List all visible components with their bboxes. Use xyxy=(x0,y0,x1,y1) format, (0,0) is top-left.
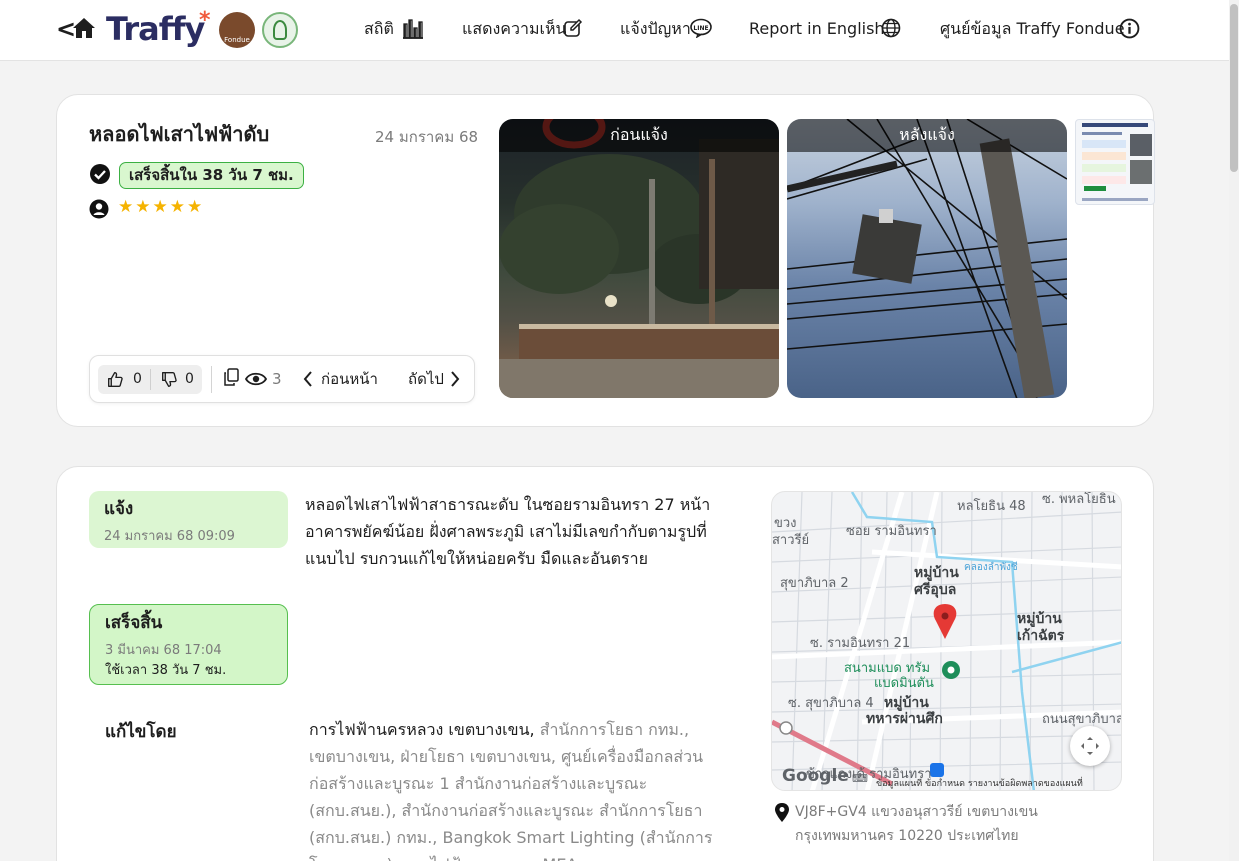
map-footer-links[interactable]: ข้อมูลแผนที่ ข้อกำหนด รายงานข้อผิดพลาดขอ… xyxy=(876,776,1083,790)
ticket-description: หลอดไฟเสาไฟฟ้าสาธารณะดับ ในซอยรามอินทรา … xyxy=(305,495,711,568)
location-map[interactable]: ขวง สาวรีย์ หลโยธิน 48 ซ. พหลโยธิน ซอย ร… xyxy=(771,491,1122,791)
rating-stars: ★★★★★ xyxy=(118,197,205,217)
document-preview-graphic xyxy=(1082,123,1152,201)
view-count: 3 xyxy=(272,370,282,388)
timeline-done-title: เสร็จสิ้น xyxy=(105,613,163,633)
svg-text:LINE: LINE xyxy=(693,25,708,32)
fixed-by-list: การไฟฟ้านครหลวง เขตบางเขน, สำนักการโยธา … xyxy=(309,716,719,861)
nav-stats-label: สถิติ xyxy=(364,19,394,38)
dislike-count: 0 xyxy=(185,371,194,387)
map-label-phahon-soi: ซ. พหลโยธิน xyxy=(1042,492,1116,507)
fixed-by-others: สำนักการโยธา กทม., เขตบางเขน, ฝ่ายโยธา เ… xyxy=(309,720,713,861)
ticket-summary-card: หลอดไฟเสาไฟฟ้าดับ 24 มกราคม 68 เสร็จสิ้น… xyxy=(56,94,1155,427)
timeline-done: เสร็จสิ้น 3 มีนาคม 68 17:04 ใช้เวลา 38 ว… xyxy=(89,604,288,685)
keyboard-shortcuts-icon[interactable]: ⌨ xyxy=(852,772,868,785)
chevron-left-icon xyxy=(303,371,312,387)
home-icon[interactable] xyxy=(72,16,96,40)
ticket-detail-card: แจ้ง 24 มกราคม 68 09:09 หลอดไฟเสาไฟฟ้าสา… xyxy=(56,466,1154,861)
map-label-ramintra21: ซ. รามอินทรา 21 xyxy=(810,636,911,651)
map-label-ramintra-soi: ซอย รามอินทรา xyxy=(846,524,937,539)
previous-label: ก่อนหน้า xyxy=(321,370,378,388)
ticket-title: หลอดไฟเสาไฟฟ้าดับ xyxy=(89,122,270,146)
like-count: 0 xyxy=(133,371,142,387)
nav-data-center[interactable]: ศูนย์ข้อมูล Traffy Fondue xyxy=(940,18,1140,40)
timeline-done-date: 3 มีนาคม 68 17:04 xyxy=(105,643,222,658)
line-chat-icon: LINE xyxy=(690,18,712,38)
photo-before[interactable]: ก่อนแจ้ง xyxy=(499,119,779,398)
vote-group: 0 0 xyxy=(98,365,202,394)
action-separator xyxy=(211,366,212,393)
ticket-date: 24 มกราคม 68 xyxy=(375,128,479,146)
map-label-badminton2: แบดมินตัน xyxy=(874,676,934,691)
info-icon xyxy=(1119,18,1140,39)
chevron-right-icon xyxy=(451,371,460,387)
fullscreen-button[interactable] xyxy=(1070,726,1110,766)
check-circle-icon xyxy=(90,164,110,184)
document-thumbnail[interactable] xyxy=(1075,119,1155,205)
timeline-done-duration: ใช้เวลา 38 วัน 7 ชม. xyxy=(105,663,227,678)
bma-seal-logo xyxy=(262,12,298,48)
nav-comment-label: แสดงความเห็น xyxy=(462,19,567,38)
nav-data-center-label: ศูนย์ข้อมูล Traffy Fondue xyxy=(940,19,1125,38)
map-label-sawari: สาวรีย์ xyxy=(772,533,810,548)
google-logo[interactable]: Google xyxy=(782,766,849,786)
map-label-kaochat: เก้าฉัตร xyxy=(1017,628,1065,644)
map-label-canal: คลองลำพังชี xyxy=(964,562,1018,573)
status-badge: เสร็จสิ้นใน 38 วัน 7 ชม. xyxy=(119,162,304,189)
night-street-photo xyxy=(499,119,779,398)
map-label-sukha5: ถนนสุขาภิบาล 5 xyxy=(1042,712,1122,727)
map-label-phahon48: หลโยธิน 48 xyxy=(957,499,1026,514)
map-label-sukha4: ซ. สุขาภิบาล 4 xyxy=(788,696,874,711)
eye-icon xyxy=(245,372,267,386)
fixed-by-primary: การไฟฟ้านครหลวง เขตบางเขน, xyxy=(309,720,535,739)
location-address: VJ8F+GV4 แขวงอนุสาวรีย์ เขตบางเขน กรุงเท… xyxy=(795,804,1038,844)
photo-before-label: ก่อนแจ้ง xyxy=(499,119,779,152)
timeline-report-title: แจ้ง xyxy=(104,499,134,519)
nav-comment[interactable]: แสดงความเห็น xyxy=(462,18,583,40)
timeline-report: แจ้ง 24 มกราคม 68 09:09 xyxy=(89,491,288,548)
location-pin-icon xyxy=(775,803,789,822)
user-icon xyxy=(89,199,109,219)
expand-arrows-icon xyxy=(1081,737,1099,755)
nav-english-label: Report in English xyxy=(749,19,885,38)
thumbs-down-icon xyxy=(162,372,177,387)
brand-star: * xyxy=(199,8,211,33)
top-bar: < Traffy * Fondue สถิติ แสดงความเห็น แจ้… xyxy=(0,0,1239,61)
nav-stats[interactable]: สถิติ xyxy=(364,18,423,40)
next-label: ถัดไป xyxy=(408,370,444,388)
brand-logo[interactable]: Traffy xyxy=(106,9,205,49)
map-label-sriubon: ศรีอุบล xyxy=(914,582,957,598)
globe-icon xyxy=(881,18,901,38)
edit-icon xyxy=(564,18,583,37)
page-scrollbar[interactable] xyxy=(1229,0,1239,861)
nav-report-problem[interactable]: แจ้งปัญหา LINE xyxy=(620,18,712,40)
partner-logo: Fondue xyxy=(219,12,255,48)
map-label-sukha2: สุขาภิบาล 2 xyxy=(780,576,849,591)
photo-after-label: หลังแจ้ง xyxy=(787,119,1067,152)
scrollbar-thumb[interactable] xyxy=(1230,4,1238,172)
photo-after[interactable]: หลังแจ้ง xyxy=(787,119,1067,398)
action-bar: 0 0 3 ก่อนหน้า ถัดไป xyxy=(89,355,475,403)
vote-separator xyxy=(150,369,151,390)
map-label-thahan: ทหารผ่านศึก xyxy=(866,711,943,727)
nav-english[interactable]: Report in English xyxy=(749,18,901,40)
nav-report-label: แจ้งปัญหา xyxy=(620,19,691,38)
power-pole-photo xyxy=(787,119,1067,398)
timeline-report-date: 24 มกราคม 68 09:09 xyxy=(104,529,235,544)
fixed-by-label: แก้ไขโดย xyxy=(105,722,177,742)
copy-icon[interactable] xyxy=(223,368,240,387)
bar-chart-icon xyxy=(403,19,423,39)
thumbs-up-icon xyxy=(108,372,123,387)
